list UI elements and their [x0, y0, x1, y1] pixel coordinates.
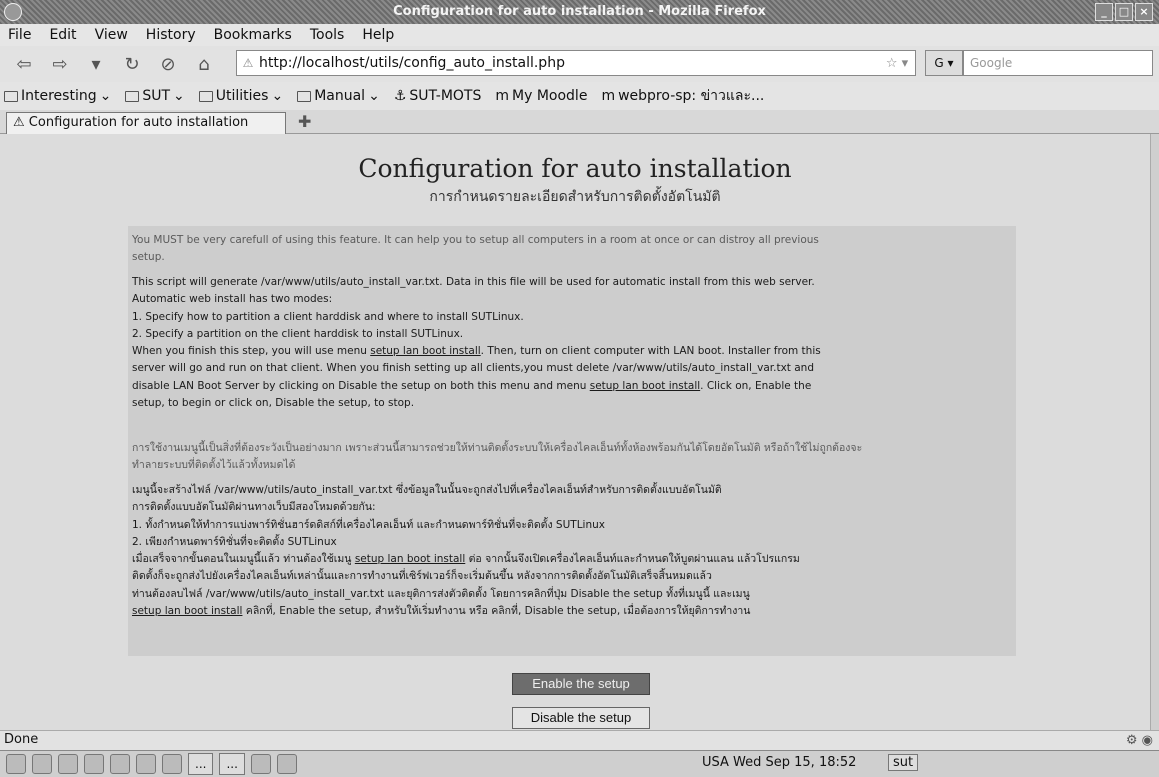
window-controls: _ □ ×: [1095, 3, 1153, 21]
thai-warning-paragraph: การใช้งานเมนูนี้เป็นสิ่งที่ต้องระวังเป็น…: [132, 442, 863, 472]
image-viewer-icon[interactable]: [162, 754, 182, 774]
folder-icon: [198, 90, 213, 102]
new-tab-icon[interactable]: ✚: [298, 112, 311, 131]
file-manager-icon[interactable]: [58, 754, 78, 774]
stop-icon[interactable]: ⊘: [154, 51, 182, 77]
disable-setup-button[interactable]: Disable the setup: [512, 707, 650, 729]
search-input[interactable]: Google: [963, 50, 1153, 76]
search-engine-icon[interactable]: G ▾: [925, 50, 963, 76]
status-text: Done: [4, 732, 39, 747]
url-bar[interactable]: ⚠ http://localhost/utils/config_auto_ins…: [236, 50, 916, 76]
close-button[interactable]: ×: [1135, 3, 1153, 21]
taskbar: ... ... USA Wed Sep 15, 18:52 sut: [0, 750, 1159, 777]
setup-lan-boot-install-link[interactable]: setup lan boot install: [132, 605, 242, 617]
menu-tools[interactable]: Tools: [310, 27, 345, 43]
firefox-icon: [4, 3, 22, 21]
taskbar-user[interactable]: sut: [888, 754, 919, 771]
moodle-icon: m: [495, 88, 510, 104]
moodle-icon: m: [601, 88, 616, 104]
page-subtitle: การกำหนดรายละเอียดสำหรับการติดตั้งอัตโนม…: [429, 189, 721, 205]
bookmark-star-icon[interactable]: ☆ ▾: [879, 56, 915, 71]
tab-bar: ⚠ Configuration for auto installation ✚: [0, 110, 1159, 134]
window-titlebar: Configuration for auto installation - Mo…: [0, 0, 1159, 24]
window-task-icon[interactable]: [250, 754, 271, 774]
menu-edit[interactable]: Edit: [49, 27, 76, 43]
page-content: Configuration for auto installation การก…: [0, 134, 1150, 730]
status-icons: ⚙ ◉: [1125, 733, 1153, 748]
menu-bookmarks[interactable]: Bookmarks: [214, 27, 292, 43]
setup-lan-boot-install-link[interactable]: setup lan boot install: [370, 345, 480, 357]
site-identity-icon: ⚠: [242, 56, 254, 70]
status-bar: Done ⚙ ◉: [0, 730, 1159, 750]
english-description: This script will generate /var/www/utils…: [132, 276, 821, 410]
bookmark-folder-manual[interactable]: Manual ⌄: [297, 88, 380, 104]
browser-launcher-icon[interactable]: [32, 754, 52, 774]
setup-lan-boot-install-link[interactable]: setup lan boot install: [355, 553, 465, 565]
bookmark-folder-utilities[interactable]: Utilities ⌄: [198, 88, 283, 104]
menu-bar: File Edit View History Bookmarks Tools H…: [0, 24, 1159, 46]
menu-help[interactable]: Help: [362, 27, 394, 43]
navigation-toolbar: ⇦ ⇨ ▾ ↻ ⊘ ⌂ ⚠ http://localhost/utils/con…: [0, 46, 1159, 82]
vertical-scrollbar[interactable]: [1150, 134, 1159, 730]
taskbar-clock[interactable]: USA Wed Sep 15, 18:52: [702, 755, 856, 770]
editor-launcher-icon[interactable]: [84, 754, 104, 774]
bookmarks-toolbar: Interesting ⌄ SUT ⌄ Utilities ⌄ Manual ⌄ ⚓ SU…: [0, 82, 1159, 110]
maximize-button[interactable]: □: [1115, 3, 1133, 21]
menu-history[interactable]: History: [146, 27, 196, 43]
taskbar-task-1[interactable]: ...: [188, 753, 214, 775]
bookmark-folder-interesting[interactable]: Interesting ⌄: [4, 88, 111, 104]
enable-setup-button[interactable]: Enable the setup: [512, 673, 650, 695]
window-task-icon[interactable]: [276, 754, 297, 774]
bookmark-sut-mots[interactable]: ⚓ SUT-MOTS: [394, 88, 482, 104]
menu-view[interactable]: View: [95, 27, 128, 43]
history-dropdown-icon[interactable]: ▾: [82, 51, 110, 77]
page-favicon-icon: ⚠: [13, 115, 25, 130]
page-title: Configuration for auto installation: [358, 154, 792, 183]
link-icon: ⚓: [393, 88, 407, 104]
reload-icon[interactable]: ↻: [118, 51, 146, 77]
app-launcher-icon[interactable]: [110, 754, 130, 774]
thai-description: เมนูนี้จะสร้างไฟล์ /var/www/utils/auto_i…: [132, 484, 800, 618]
home-icon[interactable]: ⌂: [190, 51, 218, 77]
url-text[interactable]: http://localhost/utils/config_auto_insta…: [259, 55, 879, 71]
folder-icon: [4, 90, 18, 102]
taskbar-task-2[interactable]: ...: [219, 753, 245, 775]
bookmark-webpro-sp[interactable]: m webpro-sp: ข่าวและ...: [601, 85, 764, 107]
menu-file[interactable]: File: [8, 27, 31, 43]
back-arrow-icon[interactable]: ⇦: [10, 51, 38, 77]
folder-icon: [125, 90, 140, 102]
tab-config-auto-install[interactable]: ⚠ Configuration for auto installation: [6, 112, 286, 134]
setup-lan-boot-install-link[interactable]: setup lan boot install: [590, 380, 700, 392]
warning-paragraph: You MUST be very carefull of using this …: [132, 234, 819, 264]
folder-icon: [297, 90, 312, 102]
terminal-icon[interactable]: [136, 754, 156, 774]
minimize-button[interactable]: _: [1095, 3, 1113, 21]
bookmark-folder-sut[interactable]: SUT ⌄: [125, 88, 185, 104]
start-menu-icon[interactable]: [6, 754, 26, 774]
bookmark-my-moodle[interactable]: m My Moodle: [495, 88, 587, 104]
forward-arrow-icon[interactable]: ⇨: [46, 51, 74, 77]
window-title: Configuration for auto installation - Mo…: [393, 4, 766, 19]
